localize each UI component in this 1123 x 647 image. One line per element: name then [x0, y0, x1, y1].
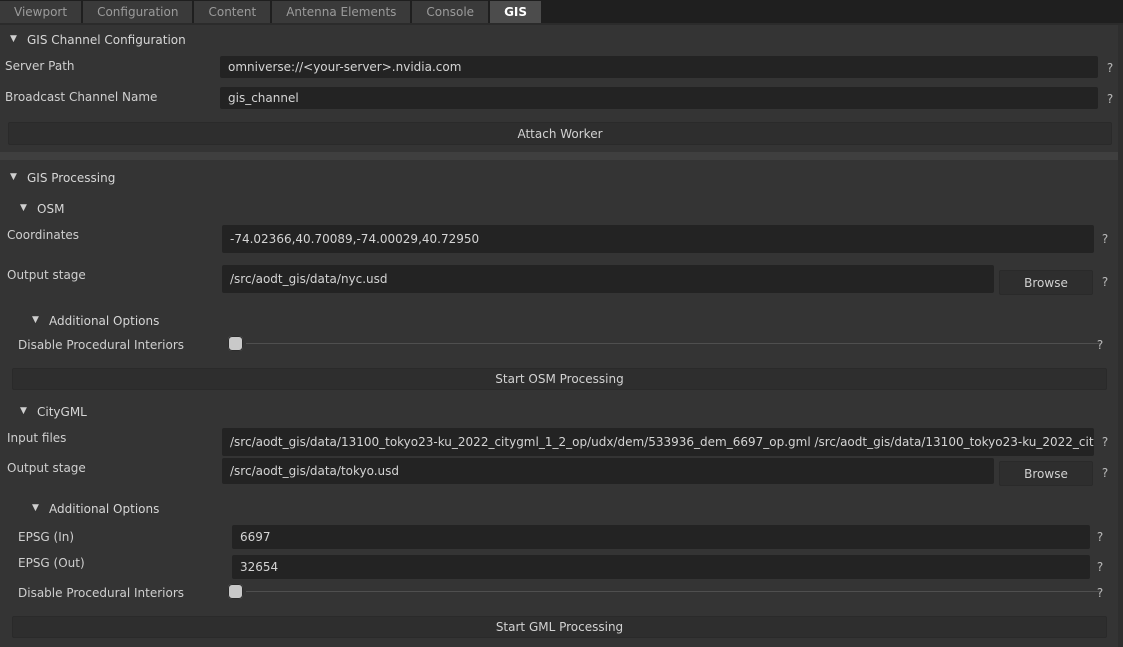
tab-console-label: Console	[426, 5, 475, 19]
osm-disable-procedural-interiors-toggle[interactable]	[228, 334, 1101, 352]
panel-scrollbar[interactable]	[1118, 25, 1123, 647]
help-icon-epsg-in[interactable]: ?	[1094, 530, 1106, 544]
section-header-citygml[interactable]: ▼ CityGML	[20, 403, 87, 421]
section-title-osm-additional-options: Additional Options	[49, 314, 160, 328]
citygml-input-files-input[interactable]: /src/aodt_gis/data/13100_tokyo23-ku_2022…	[222, 428, 1094, 456]
help-icon-osm-coordinates[interactable]: ?	[1099, 232, 1111, 246]
toggle-knob-icon	[228, 335, 243, 351]
help-icon-broadcast-channel-name[interactable]: ?	[1104, 92, 1116, 106]
section-header-osm-additional-options[interactable]: ▼ Additional Options	[32, 312, 159, 330]
tab-content[interactable]: Content	[194, 1, 271, 23]
section-title-gis-processing: GIS Processing	[27, 171, 116, 185]
chevron-down-icon: ▼	[10, 33, 17, 44]
help-icon-epsg-out[interactable]: ?	[1094, 560, 1106, 574]
help-icon-citygml-input-files[interactable]: ?	[1099, 435, 1111, 449]
label-epsg-out: EPSG (Out)	[18, 556, 85, 570]
citygml-browse-button[interactable]: Browse	[999, 461, 1093, 486]
gis-panel-body: ▼ GIS Channel Configuration Server Path …	[0, 25, 1123, 647]
tab-viewport[interactable]: Viewport	[0, 1, 82, 23]
epsg-out-input[interactable]: 32654	[232, 555, 1090, 579]
label-osm-coordinates: Coordinates	[7, 228, 80, 242]
label-osm-disable-procedural-interiors: Disable Procedural Interiors	[18, 338, 185, 352]
gis-panel-window: Viewport Configuration Content Antenna E…	[0, 0, 1123, 647]
chevron-down-icon: ▼	[20, 405, 27, 416]
label-osm-output-stage: Output stage	[7, 268, 86, 282]
citygml-output-stage-input[interactable]: /src/aodt_gis/data/tokyo.usd	[222, 458, 994, 484]
tab-console[interactable]: Console	[412, 1, 489, 23]
tab-configuration-label: Configuration	[97, 5, 179, 19]
help-icon-osm-output-stage[interactable]: ?	[1099, 275, 1111, 289]
section-header-citygml-additional-options[interactable]: ▼ Additional Options	[32, 500, 159, 518]
help-icon-citygml-output-stage[interactable]: ?	[1099, 466, 1111, 480]
tab-antenna-elements[interactable]: Antenna Elements	[272, 1, 411, 23]
tab-gis[interactable]: GIS	[490, 1, 542, 23]
epsg-in-input[interactable]: 6697	[232, 525, 1090, 549]
label-epsg-in: EPSG (In)	[18, 530, 75, 544]
tab-viewport-label: Viewport	[14, 5, 68, 19]
tab-antenna-elements-label: Antenna Elements	[286, 5, 397, 19]
tab-content-label: Content	[208, 5, 257, 19]
chevron-down-icon: ▼	[32, 314, 39, 325]
tab-gis-label: GIS	[504, 5, 528, 19]
section-header-osm[interactable]: ▼ OSM	[20, 200, 64, 218]
label-server-path: Server Path	[5, 59, 75, 73]
label-broadcast-channel-name: Broadcast Channel Name	[5, 90, 158, 104]
broadcast-channel-name-input[interactable]: gis_channel	[220, 87, 1098, 109]
section-header-gis-processing[interactable]: ▼ GIS Processing	[10, 169, 115, 187]
tab-configuration[interactable]: Configuration	[83, 1, 193, 23]
chevron-down-icon: ▼	[10, 171, 17, 182]
section-title-citygml-additional-options: Additional Options	[49, 502, 160, 516]
help-icon-osm-disable-procedural-interiors[interactable]: ?	[1094, 338, 1106, 352]
section-title-osm: OSM	[37, 202, 65, 216]
toggle-track	[246, 590, 1101, 592]
osm-coordinates-input[interactable]: -74.02366,40.70089,-74.00029,40.72950	[222, 225, 1094, 253]
section-title-gis-channel-configuration: GIS Channel Configuration	[27, 33, 186, 47]
toggle-track	[246, 342, 1101, 344]
chevron-down-icon: ▼	[20, 202, 27, 213]
osm-output-stage-input[interactable]: /src/aodt_gis/data/nyc.usd	[222, 265, 994, 293]
section-header-gis-channel-configuration[interactable]: ▼ GIS Channel Configuration	[10, 31, 186, 49]
tab-bar: Viewport Configuration Content Antenna E…	[0, 0, 1123, 23]
label-citygml-input-files: Input files	[7, 431, 67, 445]
section-divider	[0, 152, 1123, 160]
label-citygml-disable-procedural-interiors: Disable Procedural Interiors	[18, 586, 185, 600]
help-icon-citygml-disable-procedural-interiors[interactable]: ?	[1094, 586, 1106, 600]
attach-worker-button[interactable]: Attach Worker	[8, 122, 1112, 145]
section-title-citygml: CityGML	[37, 405, 87, 419]
toggle-knob-icon	[228, 583, 243, 599]
help-icon-server-path[interactable]: ?	[1104, 61, 1116, 75]
tab-bar-filler	[543, 1, 1123, 23]
start-gml-processing-button[interactable]: Start GML Processing	[12, 616, 1107, 638]
osm-browse-button[interactable]: Browse	[999, 270, 1093, 295]
citygml-disable-procedural-interiors-toggle[interactable]	[228, 582, 1101, 600]
label-citygml-output-stage: Output stage	[7, 461, 86, 475]
start-osm-processing-button[interactable]: Start OSM Processing	[12, 368, 1107, 390]
chevron-down-icon: ▼	[32, 502, 39, 513]
server-path-input[interactable]: omniverse://<your-server>.nvidia.com	[220, 56, 1098, 78]
